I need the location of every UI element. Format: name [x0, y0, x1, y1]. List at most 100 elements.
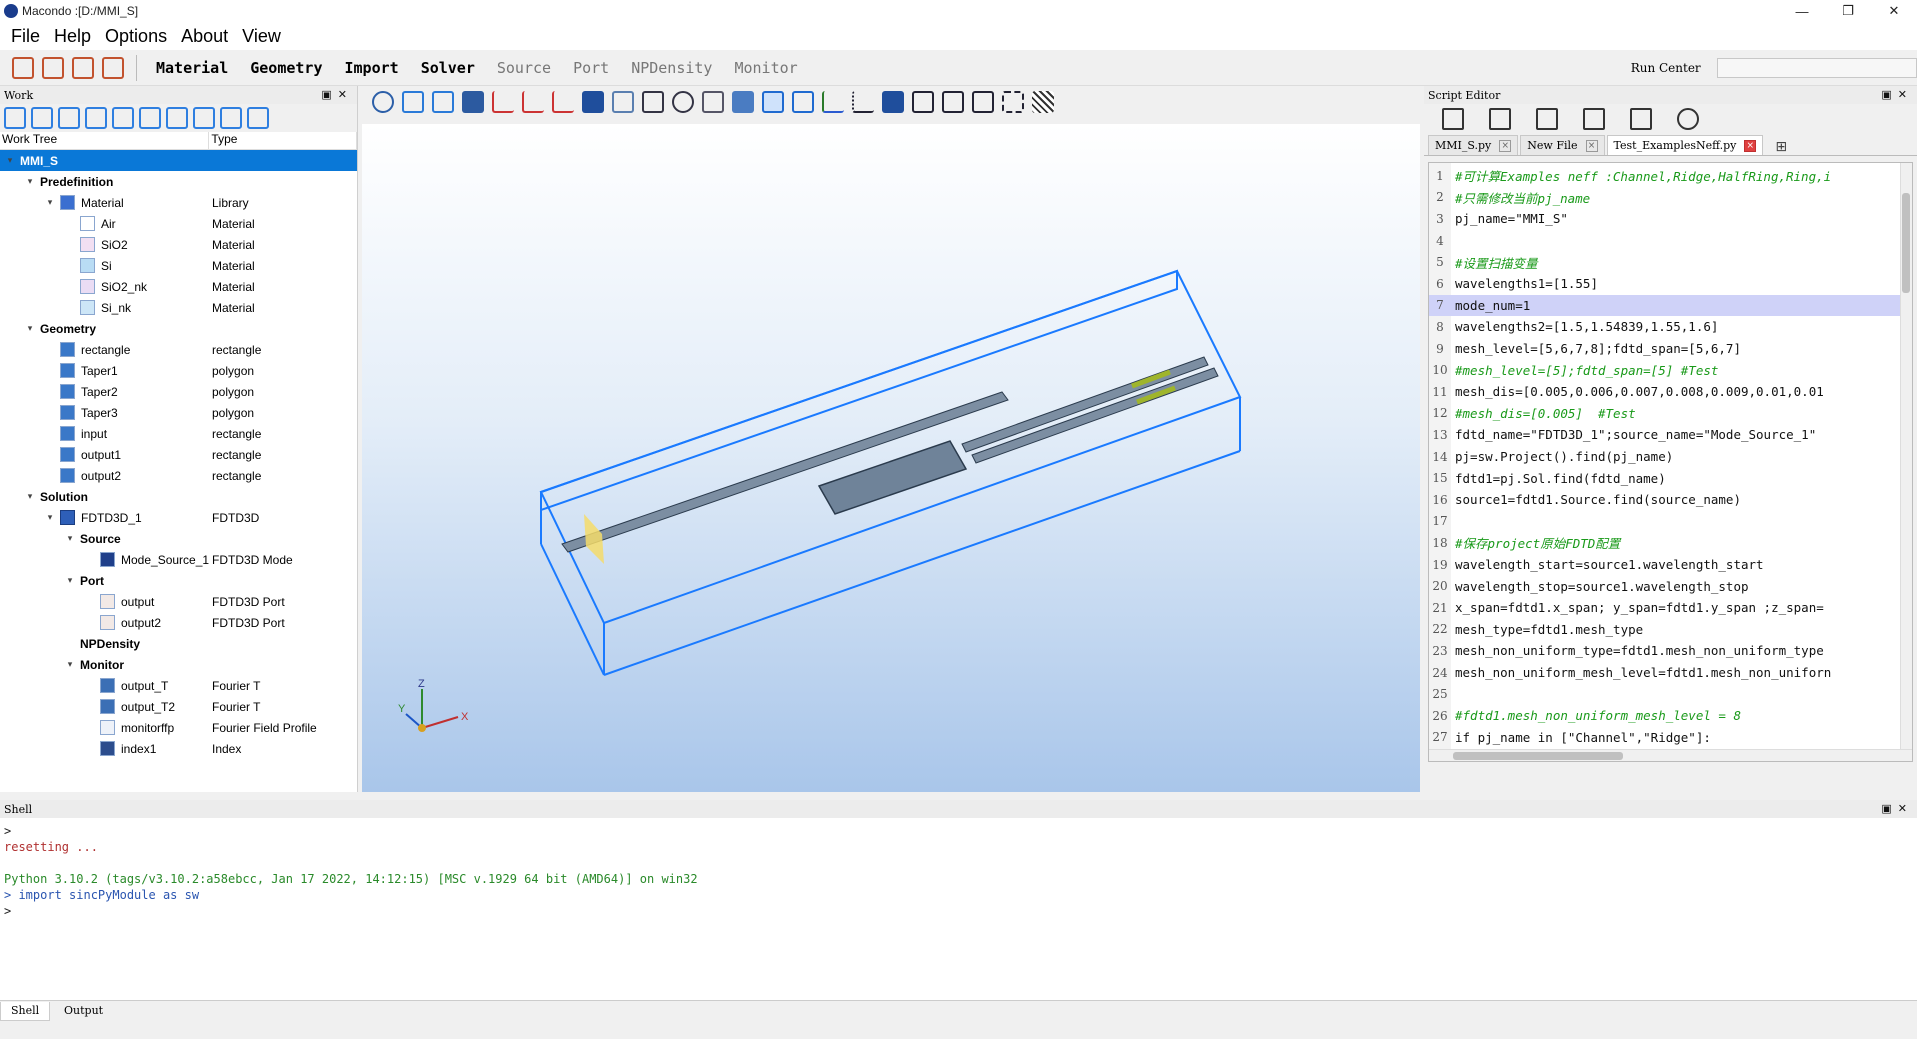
tree-row[interactable]: ▾ Monitor: [0, 654, 357, 675]
tree-row[interactable]: output FDTD3D Port: [0, 591, 357, 612]
expand-arrow-icon[interactable]: ▾: [4, 155, 16, 166]
run-script-icon[interactable]: [1630, 108, 1652, 130]
select-icon[interactable]: [58, 107, 80, 129]
tab-new-file[interactable]: New File ×: [1520, 135, 1605, 155]
code-line[interactable]: 22 mesh_type=fdtd1.mesh_type: [1429, 619, 1912, 641]
tree-row[interactable]: SiO2_nk Material: [0, 276, 357, 297]
tree-row[interactable]: output_T Fourier T: [0, 675, 357, 696]
column-work-tree[interactable]: Work Tree: [0, 132, 210, 149]
tree-row[interactable]: output1 rectangle: [0, 444, 357, 465]
close-tab-icon[interactable]: ×: [1499, 139, 1512, 152]
code-line[interactable]: 5 #设置扫描变量: [1429, 251, 1912, 273]
show-icon[interactable]: [672, 91, 694, 113]
code-line[interactable]: 25: [1429, 683, 1912, 705]
tree-row[interactable]: output2 FDTD3D Port: [0, 612, 357, 633]
shrink-icon[interactable]: [1002, 91, 1024, 113]
expand-arrow-icon[interactable]: ▾: [64, 659, 76, 670]
menu-file[interactable]: File: [4, 26, 47, 47]
minimize-button[interactable]: —: [1779, 0, 1825, 22]
vertical-scrollbar[interactable]: [1900, 163, 1912, 761]
tree-row[interactable]: Taper3 polygon: [0, 402, 357, 423]
code-line[interactable]: 21 x_span=fdtd1.x_span; y_span=fdtd1.y_sp…: [1429, 597, 1912, 619]
code-line[interactable]: 6 wavelengths1=[1.55]: [1429, 273, 1912, 295]
tab-shell[interactable]: Shell: [0, 1002, 51, 1021]
code-line[interactable]: 27 if pj_name in ["Channel","Ridge"]:: [1429, 727, 1912, 749]
menu-help[interactable]: Help: [47, 26, 98, 47]
horizontal-scrollbar[interactable]: [1429, 749, 1912, 761]
toolbar-monitor[interactable]: Monitor: [723, 59, 808, 77]
expand-arrow-icon[interactable]: ▾: [24, 323, 36, 334]
tab-output[interactable]: Output: [54, 1002, 113, 1021]
code-line[interactable]: 16 source1=fdtd1.Source.find(source_name): [1429, 489, 1912, 511]
close-tab-icon[interactable]: ×: [1744, 139, 1757, 152]
expand-arrow-icon[interactable]: ▾: [44, 512, 56, 523]
axes-icon[interactable]: [822, 91, 844, 113]
tree-row[interactable]: SiO2 Material: [0, 234, 357, 255]
grid-small-icon[interactable]: [912, 91, 934, 113]
fit-view-icon[interactable]: [402, 91, 424, 113]
perspective-icon[interactable]: [792, 91, 814, 113]
checkbox-display-icon[interactable]: [582, 91, 604, 113]
code-line[interactable]: 10 #mesh_level=[5];fdtd_span=[5] #Test: [1429, 359, 1912, 381]
ruler-icon[interactable]: [852, 91, 874, 113]
move-down-icon[interactable]: [31, 107, 53, 129]
save-script-icon[interactable]: [1536, 108, 1558, 130]
hide-icon[interactable]: [642, 91, 664, 113]
code-line[interactable]: 9 mesh_level=[5,6,7,8];fdtd_span=[5,6,7]: [1429, 338, 1912, 360]
scroll-thumb[interactable]: [1453, 752, 1623, 760]
move-up-icon[interactable]: [4, 107, 26, 129]
3d-scene[interactable]: Z X Y: [362, 124, 1420, 792]
code-line[interactable]: 18 #保存project原始FDTD配置: [1429, 532, 1912, 554]
code-line[interactable]: 4: [1429, 230, 1912, 252]
scroll-thumb[interactable]: [1902, 193, 1910, 293]
toolbar-solver[interactable]: Solver: [410, 59, 486, 77]
copy-icon[interactable]: [85, 107, 107, 129]
hatch-icon[interactable]: [1032, 91, 1054, 113]
new-project-icon[interactable]: [42, 56, 64, 79]
code-line[interactable]: 11 mesh_dis=[0.005,0.006,0.007,0.008,0.00…: [1429, 381, 1912, 403]
tree-row[interactable]: rectangle rectangle: [0, 339, 357, 360]
export-icon[interactable]: [702, 91, 724, 113]
expand-arrow-icon[interactable]: ▾: [24, 491, 36, 502]
iso-view-icon[interactable]: [462, 91, 484, 113]
menu-view[interactable]: View: [235, 26, 288, 47]
tree-row[interactable]: Si_nk Material: [0, 297, 357, 318]
code-line[interactable]: 19 wavelength_start=source1.wavelength_st…: [1429, 554, 1912, 576]
collapse-all-icon[interactable]: [247, 107, 269, 129]
toolbox-icon[interactable]: [12, 56, 34, 79]
remove-icon[interactable]: [193, 107, 215, 129]
solid-view-icon[interactable]: [882, 91, 904, 113]
add-tab-icon[interactable]: ⊞: [1775, 138, 1787, 155]
expand-arrow-icon[interactable]: ▾: [24, 176, 36, 187]
tree-row[interactable]: Taper2 polygon: [0, 381, 357, 402]
code-line[interactable]: 12 #mesh_dis=[0.005] #Test: [1429, 403, 1912, 425]
expand-arrow-icon[interactable]: ▾: [44, 197, 56, 208]
wireframe-icon[interactable]: [762, 91, 784, 113]
code-editor[interactable]: 1 #可计算Examples neff :Channel,Ridge,HalfRi…: [1428, 162, 1913, 762]
tree-row[interactable]: ▾ Solution: [0, 486, 357, 507]
tab-mmi-s[interactable]: MMI_S.py ×: [1428, 135, 1519, 155]
save-icon[interactable]: [102, 56, 124, 79]
open-folder-icon[interactable]: [72, 56, 94, 79]
screenshot-icon[interactable]: [612, 91, 634, 113]
code-line[interactable]: 13 fdtd_name="FDTD3D_1";source_name="Mode…: [1429, 424, 1912, 446]
toolbar-import[interactable]: Import: [334, 59, 410, 77]
dock-controls-icon[interactable]: ▣✕: [1881, 88, 1913, 101]
add-icon[interactable]: [166, 107, 188, 129]
expand-all-icon[interactable]: [220, 107, 242, 129]
expand-arrow-icon[interactable]: ▾: [64, 533, 76, 544]
toolbar-material[interactable]: Material: [145, 59, 239, 77]
menu-about[interactable]: About: [174, 26, 235, 47]
tree-row[interactable]: Mode_Source_1 FDTD3D Mode: [0, 549, 357, 570]
tree-row[interactable]: ▾ MMI_S: [0, 150, 357, 171]
tree-row[interactable]: output_T2 Fourier T: [0, 696, 357, 717]
dock-controls-icon[interactable]: ▣✕: [1881, 802, 1913, 815]
view-xy-icon[interactable]: [492, 91, 514, 113]
tab-test-examples[interactable]: Test_ExamplesNeff.py ×: [1606, 135, 1764, 155]
help-icon[interactable]: [1677, 108, 1699, 130]
open-script-icon[interactable]: [1489, 108, 1511, 130]
menu-options[interactable]: Options: [98, 26, 174, 47]
tree-row[interactable]: Taper1 polygon: [0, 360, 357, 381]
new-script-icon[interactable]: [1442, 108, 1464, 130]
code-line[interactable]: 2 #只需修改当前pj_name: [1429, 187, 1912, 209]
